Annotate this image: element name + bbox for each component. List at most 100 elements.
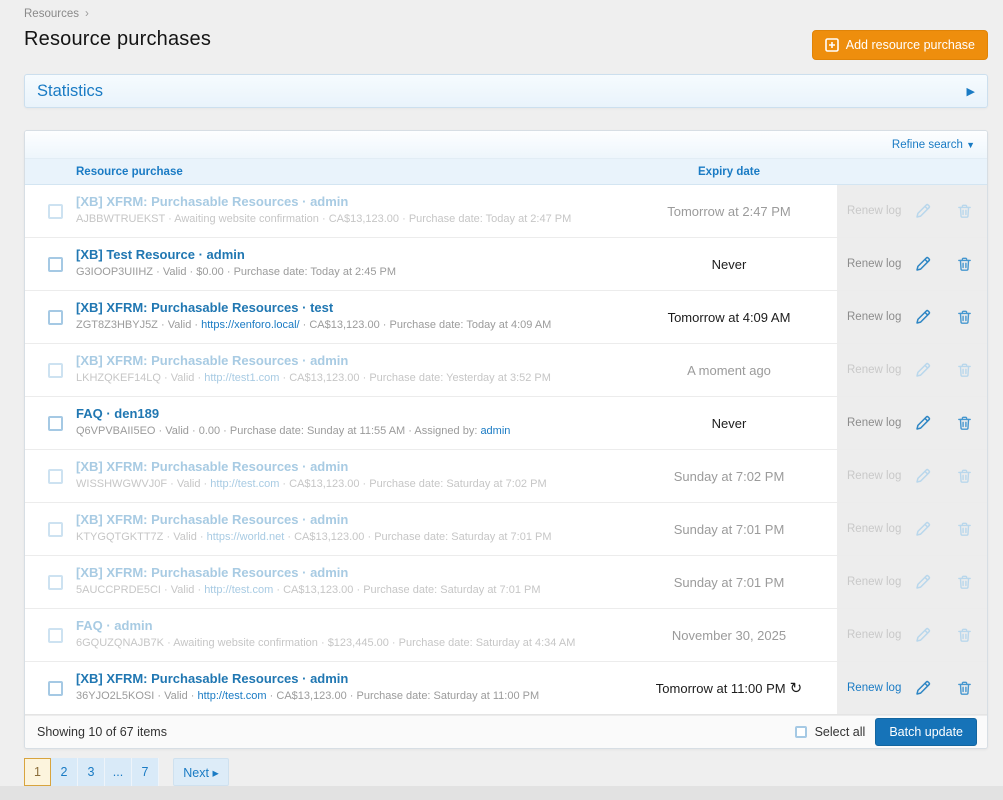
resource-purchase-title-link[interactable]: [XB] XFRM: Purchasable Resources · admin [76,512,621,527]
row-checkbox[interactable] [48,575,63,590]
table-row: [XB] XFRM: Purchasable Resources · admin… [25,185,987,238]
select-all-control[interactable]: Select all [795,725,866,739]
row-checkbox[interactable] [48,522,63,537]
meta-link[interactable]: http://test.com [198,690,267,702]
edit-pencil-icon[interactable] [904,255,942,273]
delete-trash-icon[interactable] [942,679,973,697]
pagination: 123...7Next ▸ [24,758,988,786]
batch-update-button[interactable]: Batch update [875,718,977,746]
row-checkbox[interactable] [48,469,63,484]
resource-purchase-title-link[interactable]: FAQ · admin [76,618,621,633]
pagination-page-2[interactable]: 2 [51,758,78,786]
breadcrumb-separator-icon: › [85,8,89,20]
recurring-renewal-icon: ↻ [790,681,803,696]
renew-log-link[interactable]: Renew log [847,417,904,429]
delete-trash-icon[interactable] [942,573,973,591]
expiry-date: November 30, 2025 [621,609,837,661]
statistics-toggle[interactable]: Statistics ▶ [24,74,988,108]
delete-trash-icon[interactable] [942,626,973,644]
meta-link[interactable]: admin [480,425,510,437]
showing-items-count: Showing 10 of 67 items [37,725,167,739]
purchaser-name: admin [310,565,348,580]
meta-link[interactable]: http://test.com [210,478,279,490]
resource-purchase-title-link[interactable]: [XB] XFRM: Purchasable Resources · admin [76,459,621,474]
edit-pencil-icon[interactable] [904,414,942,432]
edit-pencil-icon[interactable] [904,679,942,697]
plus-square-icon [825,38,839,52]
meta-link[interactable]: http://test1.com [204,372,279,384]
resource-name: [XB] XFRM: Purchasable Resources [76,459,299,474]
renew-log-link[interactable]: Renew log [847,682,904,694]
resource-name: [XB] XFRM: Purchasable Resources [76,565,299,580]
row-checkbox[interactable] [48,257,63,272]
pagination-page-3[interactable]: 3 [78,758,105,786]
pagination-page-7[interactable]: 7 [132,758,159,786]
edit-pencil-icon[interactable] [904,361,942,379]
purchase-meta: Q6VPVBAII5EO · Valid · 0.00 · Purchase d… [76,425,621,437]
edit-pencil-icon[interactable] [904,308,942,326]
purchaser-name: admin [310,671,348,686]
edit-pencil-icon[interactable] [904,202,942,220]
breadcrumb-item-resources[interactable]: Resources [24,8,79,20]
resource-name: [XB] XFRM: Purchasable Resources [76,671,299,686]
purchase-meta: 36YJO2L5KOSI · Valid · http://test.com ·… [76,690,621,702]
row-checkbox[interactable] [48,204,63,219]
column-header-resource-purchase[interactable]: Resource purchase [67,166,621,178]
edit-pencil-icon[interactable] [904,467,942,485]
table-row: [XB] Test Resource · admin G3IOOP3UIIHZ ·… [25,238,987,291]
purchase-meta: 5AUCCPRDE5CI · Valid · http://test.com ·… [76,584,621,596]
edit-pencil-icon[interactable] [904,573,942,591]
delete-trash-icon[interactable] [942,202,973,220]
pagination-page-1[interactable]: 1 [24,758,51,786]
edit-pencil-icon[interactable] [904,626,942,644]
renew-log-link[interactable]: Renew log [847,523,904,535]
row-checkbox[interactable] [48,681,63,696]
row-checkbox[interactable] [48,628,63,643]
purchaser-name: den189 [114,406,159,421]
delete-trash-icon[interactable] [942,467,973,485]
purchaser-name: test [310,300,333,315]
renew-log-link[interactable]: Renew log [847,470,904,482]
delete-trash-icon[interactable] [942,361,973,379]
purchase-meta: G3IOOP3UIIHZ · Valid · $0.00 · Purchase … [76,266,621,278]
row-checkbox[interactable] [48,363,63,378]
renew-log-link[interactable]: Renew log [847,629,904,641]
expiry-date: Tomorrow at 11:00 PM↻ [621,662,837,714]
renew-log-link[interactable]: Renew log [847,205,904,217]
row-checkbox[interactable] [48,310,63,325]
meta-link[interactable]: http://test.com [204,584,273,596]
expiry-date: Tomorrow at 4:09 AM [621,291,837,343]
purchaser-name: admin [114,618,152,633]
resource-purchases-table: Refine search ▼ Resource purchase Expiry… [24,130,988,749]
expiry-date: Sunday at 7:01 PM [621,556,837,608]
purchaser-name: admin [310,512,348,527]
delete-trash-icon[interactable] [942,308,973,326]
resource-purchase-title-link[interactable]: [XB] XFRM: Purchasable Resources · admin [76,671,621,686]
edit-pencil-icon[interactable] [904,520,942,538]
resource-purchase-title-link[interactable]: [XB] XFRM: Purchasable Resources · admin [76,353,621,368]
resource-purchase-title-link[interactable]: [XB] XFRM: Purchasable Resources · admin [76,565,621,580]
delete-trash-icon[interactable] [942,414,973,432]
renew-log-link[interactable]: Renew log [847,364,904,376]
resource-name: [XB] XFRM: Purchasable Resources [76,353,299,368]
expiry-date: A moment ago [621,344,837,396]
refine-search-link[interactable]: Refine search ▼ [892,139,975,151]
meta-link[interactable]: https://xenforo.local/ [201,319,299,331]
resource-purchase-title-link[interactable]: FAQ · den189 [76,406,621,421]
delete-trash-icon[interactable] [942,520,973,538]
table-row: [XB] XFRM: Purchasable Resources · admin… [25,556,987,609]
renew-log-link[interactable]: Renew log [847,311,904,323]
meta-link[interactable]: https://world.net [207,531,285,543]
table-row: [XB] XFRM: Purchasable Resources · admin… [25,503,987,556]
renew-log-link[interactable]: Renew log [847,258,904,270]
column-header-expiry-date[interactable]: Expiry date [621,166,837,178]
select-all-checkbox[interactable] [795,726,807,738]
row-checkbox[interactable] [48,416,63,431]
delete-trash-icon[interactable] [942,255,973,273]
resource-purchase-title-link[interactable]: [XB] Test Resource · admin [76,247,621,262]
resource-purchase-title-link[interactable]: [XB] XFRM: Purchasable Resources · admin [76,194,621,209]
resource-purchase-title-link[interactable]: [XB] XFRM: Purchasable Resources · test [76,300,621,315]
add-resource-purchase-button[interactable]: Add resource purchase [812,30,988,60]
renew-log-link[interactable]: Renew log [847,576,904,588]
pagination-next-button[interactable]: Next ▸ [173,758,229,786]
